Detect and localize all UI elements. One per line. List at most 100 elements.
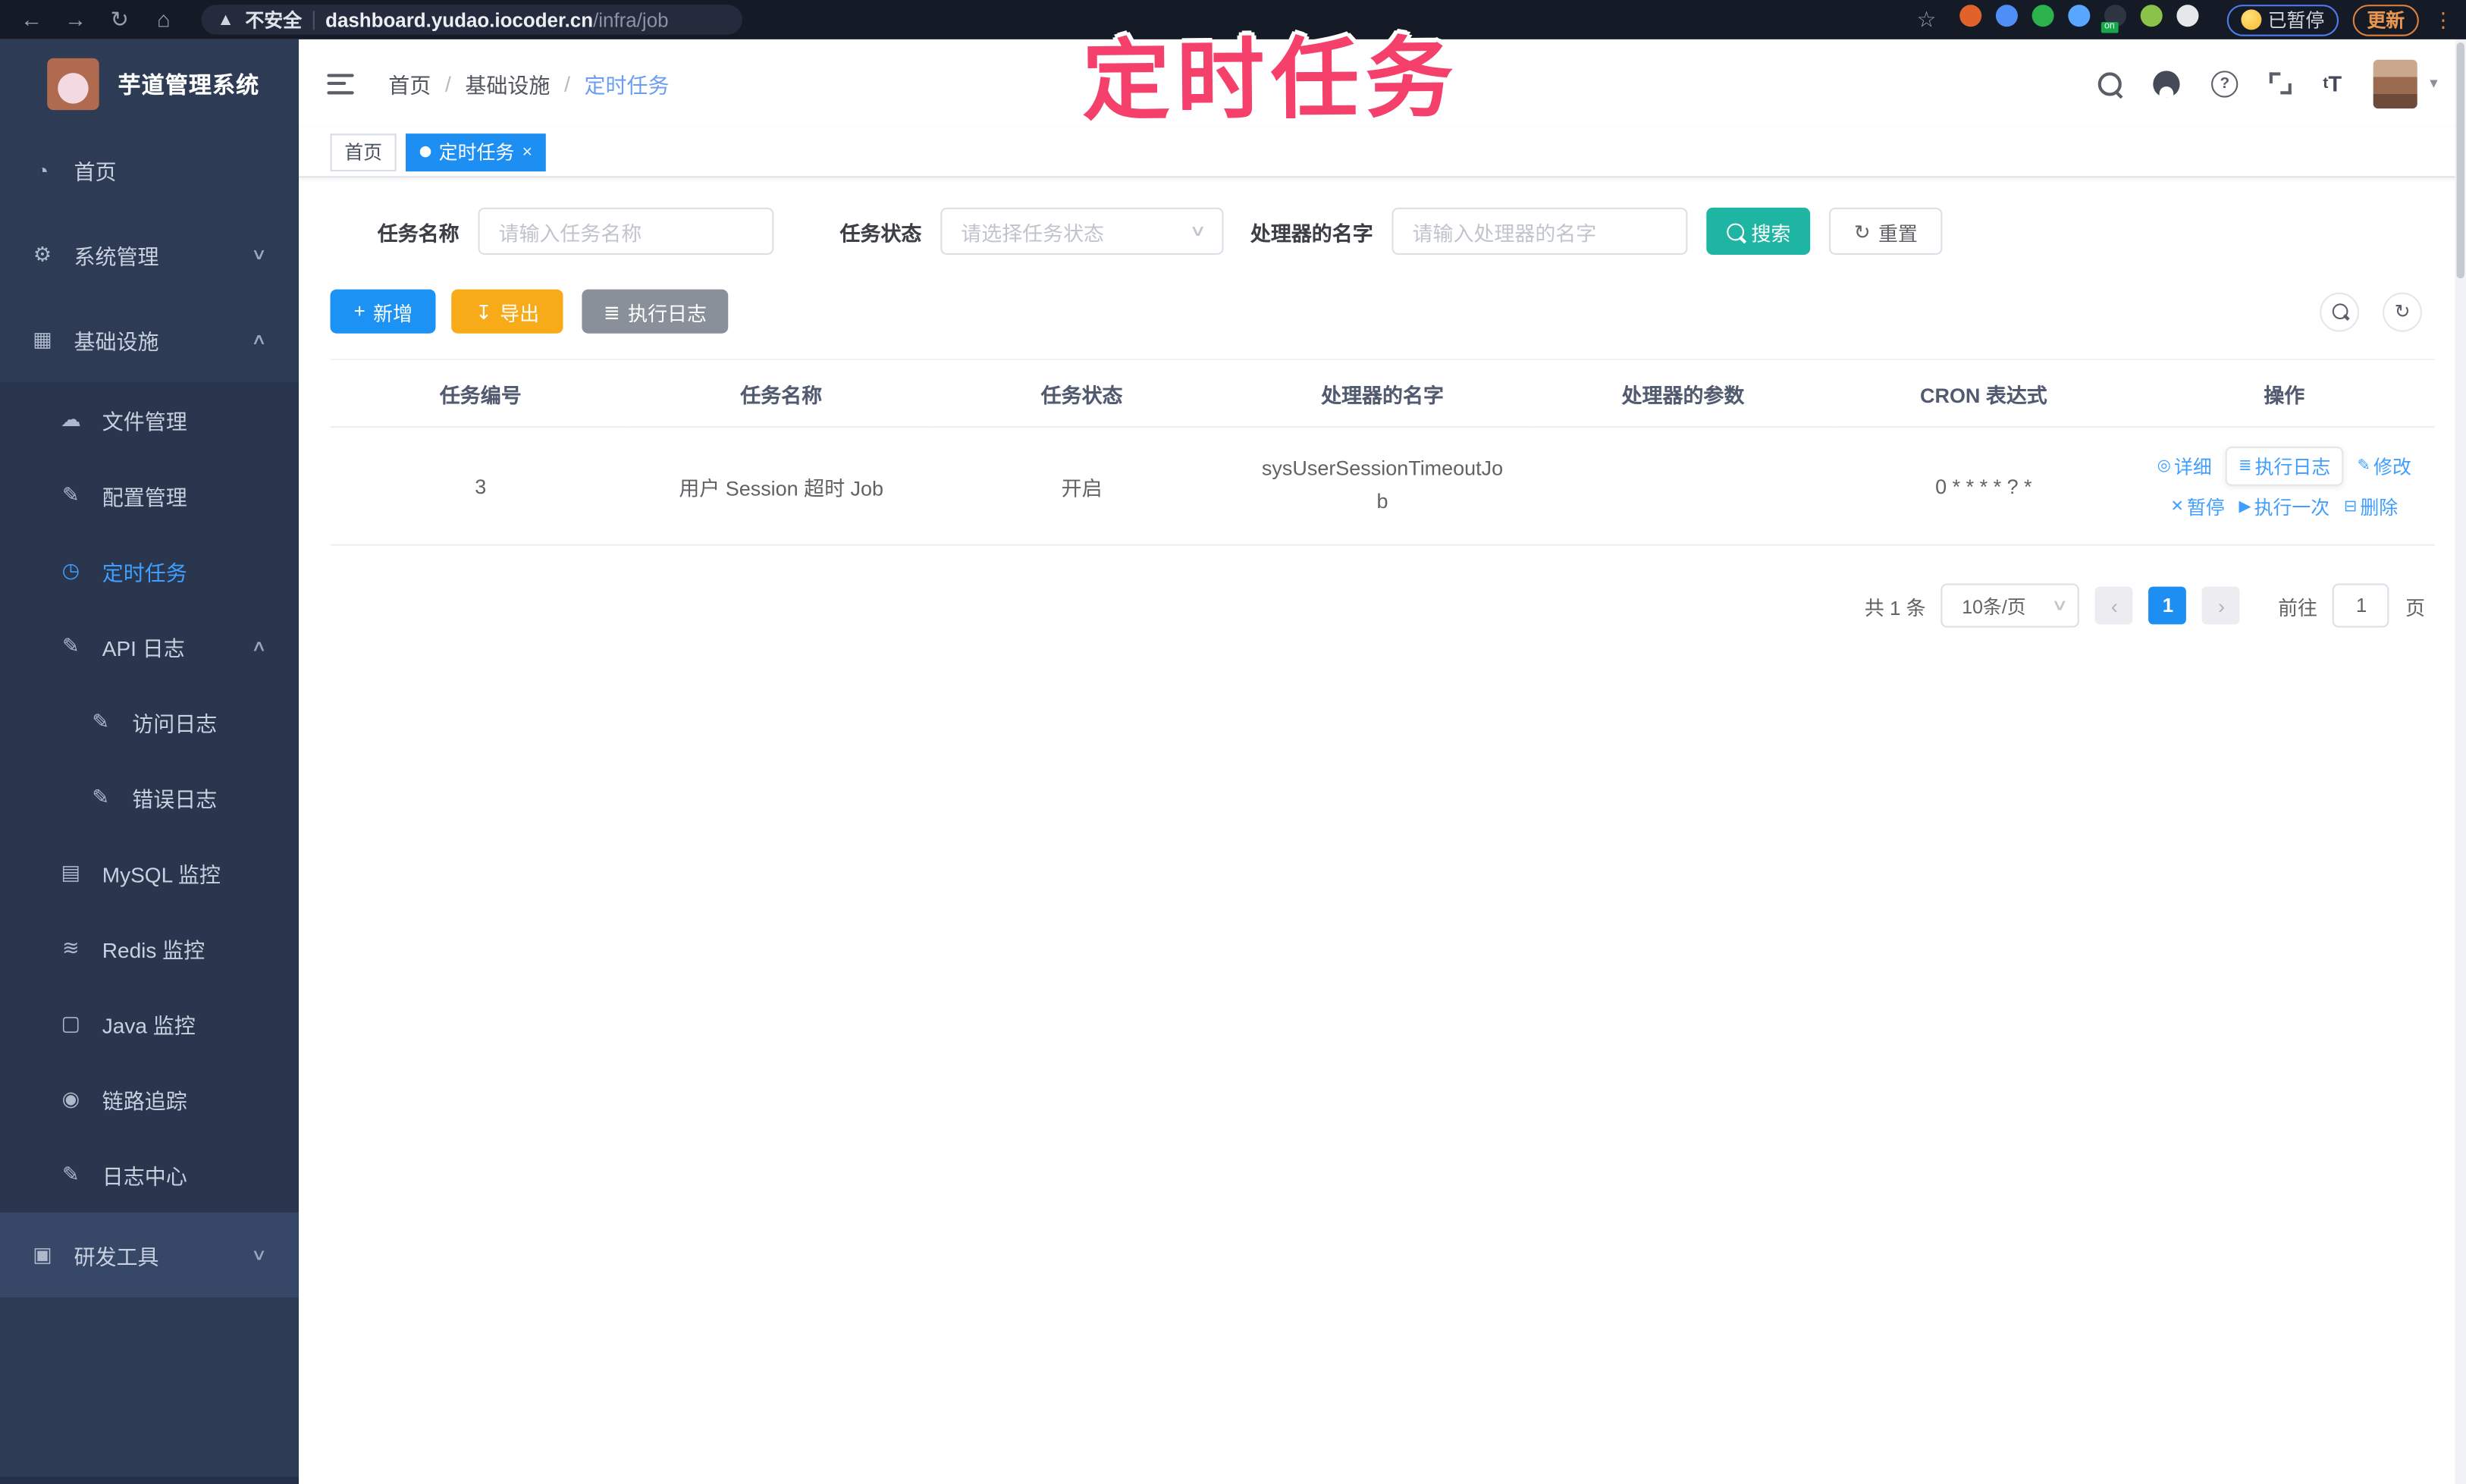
extension-green-check-icon[interactable] — [2031, 5, 2054, 27]
log-center-icon: ✎ — [62, 1162, 80, 1186]
op-删除[interactable]: ⊟ 删除 — [2344, 493, 2398, 519]
breadcrumb-item[interactable]: 基础设施 — [465, 67, 550, 99]
export-button[interactable]: ↧ 导出 — [451, 289, 563, 334]
forward-icon[interactable]: → — [57, 0, 95, 39]
sidebar-item-错误日志[interactable]: ✎ 错误日志 — [0, 759, 300, 836]
breadcrumb-separator: / — [564, 71, 570, 96]
handler-name-input[interactable]: 请输入处理器的名字 — [1391, 207, 1688, 255]
sidebar-item-API 日志[interactable]: ✎ API 日志 ∧ — [0, 608, 300, 685]
op-详细[interactable]: ◎ 详细 — [2157, 452, 2212, 478]
avatar[interactable] — [2373, 58, 2417, 108]
sidebar-item-文件管理[interactable]: ☁ 文件管理 — [0, 381, 300, 458]
op-执行一次[interactable]: ▶ 执行一次 — [2239, 493, 2330, 519]
screen: ← → ↻ ⌂ ▲ 不安全 dashboard.yudao.iocoder.cn… — [0, 0, 2466, 1484]
extension-lightblue-icon[interactable] — [2068, 5, 2091, 27]
column-header: 任务名称 — [630, 358, 932, 428]
add-button[interactable]: + 新增 — [330, 289, 437, 334]
reset-button[interactable]: ↻ 重置 — [1829, 207, 1943, 255]
sidebar-item-链路追踪[interactable]: ◉ 链路追踪 — [0, 1061, 300, 1137]
job-name-input[interactable]: 请输入任务名称 — [478, 207, 774, 255]
toggle-search-button[interactable] — [2320, 291, 2359, 331]
sidebar-item-首页[interactable]: ◔ 首页 — [0, 127, 299, 212]
sidebar-item-日志中心[interactable]: ✎ 日志中心 — [0, 1137, 300, 1213]
api-log-icon: ✎ — [62, 633, 80, 657]
fullscreen-icon[interactable] — [2269, 72, 2292, 95]
mysql-monitor-icon: ▤ — [61, 860, 81, 884]
sidebar-collapse-icon[interactable] — [327, 73, 354, 94]
search-icon[interactable] — [2097, 71, 2122, 96]
exec-log-button[interactable]: ≣ 执行日志 — [582, 289, 729, 334]
breadcrumb-item[interactable]: 首页 — [388, 67, 431, 99]
redis-monitor-icon: ≋ — [62, 936, 80, 960]
extension-blue-gem-icon[interactable] — [1995, 5, 2018, 27]
extension-lime-icon[interactable] — [2140, 5, 2163, 27]
page-unit-label: 页 — [2405, 597, 2426, 620]
scrollbar[interactable] — [2455, 39, 2466, 1484]
bookmark-star-icon[interactable]: ☆ — [1908, 0, 1946, 39]
java-monitor-icon: ▢ — [61, 1011, 81, 1035]
back-icon[interactable]: ← — [13, 0, 51, 39]
tab-定时任务[interactable]: 定时任务 × — [406, 133, 547, 171]
op-暂停[interactable]: ✕ 暂停 — [2170, 493, 2224, 519]
page-title-annotation: 定时任务 — [1081, 28, 1460, 131]
sidebar-item-配置管理[interactable]: ✎ 配置管理 — [0, 457, 300, 534]
sidebar-item-MySQL 监控[interactable]: ▤ MySQL 监控 — [0, 835, 300, 911]
address-bar[interactable]: ▲ 不安全 dashboard.yudao.iocoder.cn/infra/j… — [201, 5, 742, 35]
chevron-down-icon[interactable]: ▾ — [2430, 75, 2437, 93]
job-status-select[interactable]: 请选择任务状态 ∨ — [940, 207, 1224, 255]
sidebar-item-Java 监控[interactable]: ▢ Java 监控 — [0, 986, 300, 1062]
column-header: 处理器的名字 — [1231, 358, 1533, 428]
security-label[interactable]: 不安全 — [245, 6, 302, 33]
column-header: 操作 — [2134, 358, 2435, 428]
extension-dark-icon[interactable]: on — [2100, 5, 2126, 33]
url-text[interactable]: dashboard.yudao.iocoder.cn/infra/job — [325, 8, 668, 30]
jobs-table: 任务编号 任务名称 任务状态 处理器的名字 处理器的参数 CRON 表达式 操作 3 用户 … — [330, 358, 2435, 546]
goto-page-input[interactable]: 1 — [2333, 583, 2390, 628]
cell-handler-name: sysUserSessionTimeoutJob — [1231, 427, 1533, 546]
op-执行日志[interactable]: ≣ 执行日志 — [2226, 445, 2343, 485]
search-form: 任务名称 请输入任务名称 任务状态 请选择任务状态 ∨ 处理器的名字 请输入处理器… — [331, 207, 2435, 255]
sidebar-item-访问日志[interactable]: ✎ 访问日志 — [0, 684, 300, 760]
header-actions: ? tT ▾ — [2097, 58, 2438, 108]
goto-label: 前往 — [2278, 597, 2318, 620]
close-icon[interactable]: × — [522, 143, 532, 162]
page-size-select[interactable]: 10条/页 ∨ — [1941, 583, 2080, 628]
sidebar-item-Redis 监控[interactable]: ≋ Redis 监控 — [0, 910, 300, 987]
next-page-button[interactable]: › — [2202, 586, 2241, 625]
app-logo[interactable]: 芋道管理系统 — [0, 39, 299, 127]
help-icon[interactable]: ? — [2211, 70, 2239, 97]
divider — [312, 10, 315, 30]
breadcrumb-item[interactable]: 定时任务 — [585, 67, 670, 99]
font-size-icon[interactable]: tT — [2323, 71, 2342, 96]
sidebar-item-基础设施[interactable]: ▦ 基础设施 ∧ — [0, 297, 299, 382]
total-count: 共 1 条 — [1864, 597, 1926, 620]
sidebar-item-研发工具[interactable]: ▣ 研发工具 ∨ — [0, 1213, 300, 1298]
table-row: 3 用户 Session 超时 Job 开启 sysUserSessionTim… — [330, 427, 2435, 546]
table-toolbar: + 新增 ↧ 导出 ≣ 执行日志 ↻ — [330, 289, 2435, 334]
cell-operations: ◎ 详细 ≣ 执行日志 ✎ 修改 ✕ 暂停 ▶ 执行一次 ⊟ 删除 — [2134, 427, 2435, 546]
home-icon[interactable]: ⌂ — [145, 0, 183, 39]
op-修改[interactable]: ✎ 修改 — [2358, 452, 2411, 478]
browser-menu-icon[interactable]: ⋮ — [2433, 8, 2453, 29]
refresh-button[interactable]: ↻ — [2383, 291, 2422, 331]
column-header: 任务编号 — [330, 358, 631, 428]
sidebar-item-定时任务[interactable]: ◷ 定时任务 — [0, 533, 300, 609]
tab-首页[interactable]: 首页 — [330, 133, 397, 171]
browser-update-button[interactable]: 更新 — [2352, 4, 2419, 36]
main-panel: 首页 / 基础设施 / 定时任务 ? tT ▾ 首页 定时任务 × 任务名称 请… — [299, 39, 2466, 1484]
sidebar-item-系统管理[interactable]: ⚙ 系统管理 ∨ — [0, 212, 299, 297]
prev-page-button[interactable]: ‹ — [2095, 586, 2134, 625]
active-dot-icon — [419, 146, 431, 158]
extension-paused-chip[interactable]: 已暂停 — [2226, 4, 2339, 36]
extension-orange-icon[interactable] — [1959, 5, 1982, 27]
github-icon[interactable] — [2153, 70, 2180, 97]
extension-puzzle-icon[interactable] — [2176, 5, 2199, 27]
scrollbar-thumb[interactable] — [2456, 42, 2464, 279]
trace-icon: ◉ — [61, 1087, 80, 1111]
eye-icon: ◎ — [2157, 456, 2171, 475]
reload-icon[interactable]: ↻ — [101, 0, 139, 39]
current-page[interactable]: 1 — [2149, 586, 2187, 625]
job-name-label: 任务名称 — [377, 221, 460, 245]
search-button[interactable]: 搜索 — [1706, 207, 1811, 255]
cell-handler-params — [1533, 427, 1834, 546]
